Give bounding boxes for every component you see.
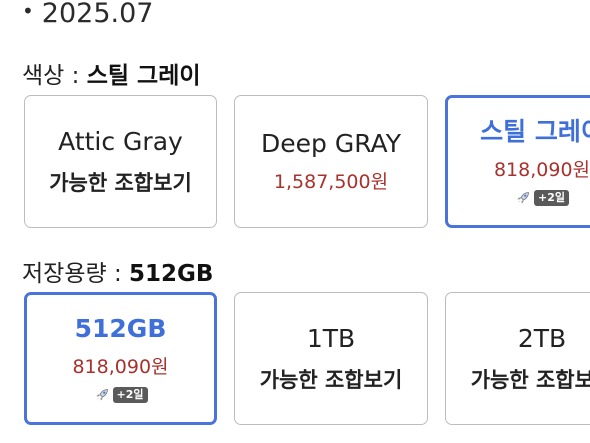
storage-section-label: 저장용량 : 512GB: [22, 254, 213, 288]
view-combinations-text: 가능한 조합보기: [259, 367, 403, 392]
rocket-icon: [517, 192, 529, 204]
option-name: 2TB: [517, 323, 567, 353]
bullet: •: [22, 0, 34, 23]
color-option-deep-gray[interactable]: Deep GRAY 1,587,500원: [234, 95, 428, 228]
color-selected-value: 스틸 그레이: [86, 63, 201, 89]
option-price: 818,090원: [72, 356, 169, 378]
rocket-icon: [96, 389, 108, 401]
color-option-attic-gray[interactable]: Attic Gray 가능한 조합보기: [24, 95, 217, 228]
view-combinations-text: 가능한 조합보기: [470, 367, 590, 392]
color-section-label: 색상 : 스틸 그레이: [22, 56, 201, 90]
delivery-days-badge: +2일: [112, 387, 148, 403]
storage-selected-value: 512GB: [129, 261, 214, 287]
option-price: 1,587,500원: [273, 171, 389, 193]
storage-label-text: 저장용량 :: [22, 261, 130, 287]
shipping-badge: +2일: [515, 190, 569, 206]
option-name: Deep GRAY: [261, 129, 401, 158]
option-price: 818,090원: [493, 159, 590, 181]
color-label-text: 색상 :: [22, 63, 87, 89]
storage-option-1tb[interactable]: 1TB 가능한 조합보기: [234, 292, 428, 425]
storage-option-2tb[interactable]: 2TB 가능한 조합보기: [445, 292, 590, 425]
release-date: • 2025.07: [22, 0, 153, 29]
shipping-badge: +2일: [94, 387, 148, 403]
storage-option-512gb[interactable]: 512GB 818,090원 +2일: [24, 292, 217, 425]
release-date-value: 2025.07: [41, 0, 154, 29]
option-name: 512GB: [74, 314, 167, 343]
option-name: 스틸 그레이: [480, 117, 590, 146]
view-combinations-text: 가능한 조합보기: [49, 170, 192, 195]
option-name: 1TB: [306, 323, 356, 353]
product-options-panel: • 2025.07 색상 : 스틸 그레이 Attic Gray 가능한 조합보기…: [0, 0, 590, 443]
delivery-days-badge: +2일: [534, 190, 569, 206]
option-name: Attic Gray: [58, 126, 183, 156]
color-option-steel-gray[interactable]: 스틸 그레이 818,090원 +2일: [445, 95, 590, 228]
